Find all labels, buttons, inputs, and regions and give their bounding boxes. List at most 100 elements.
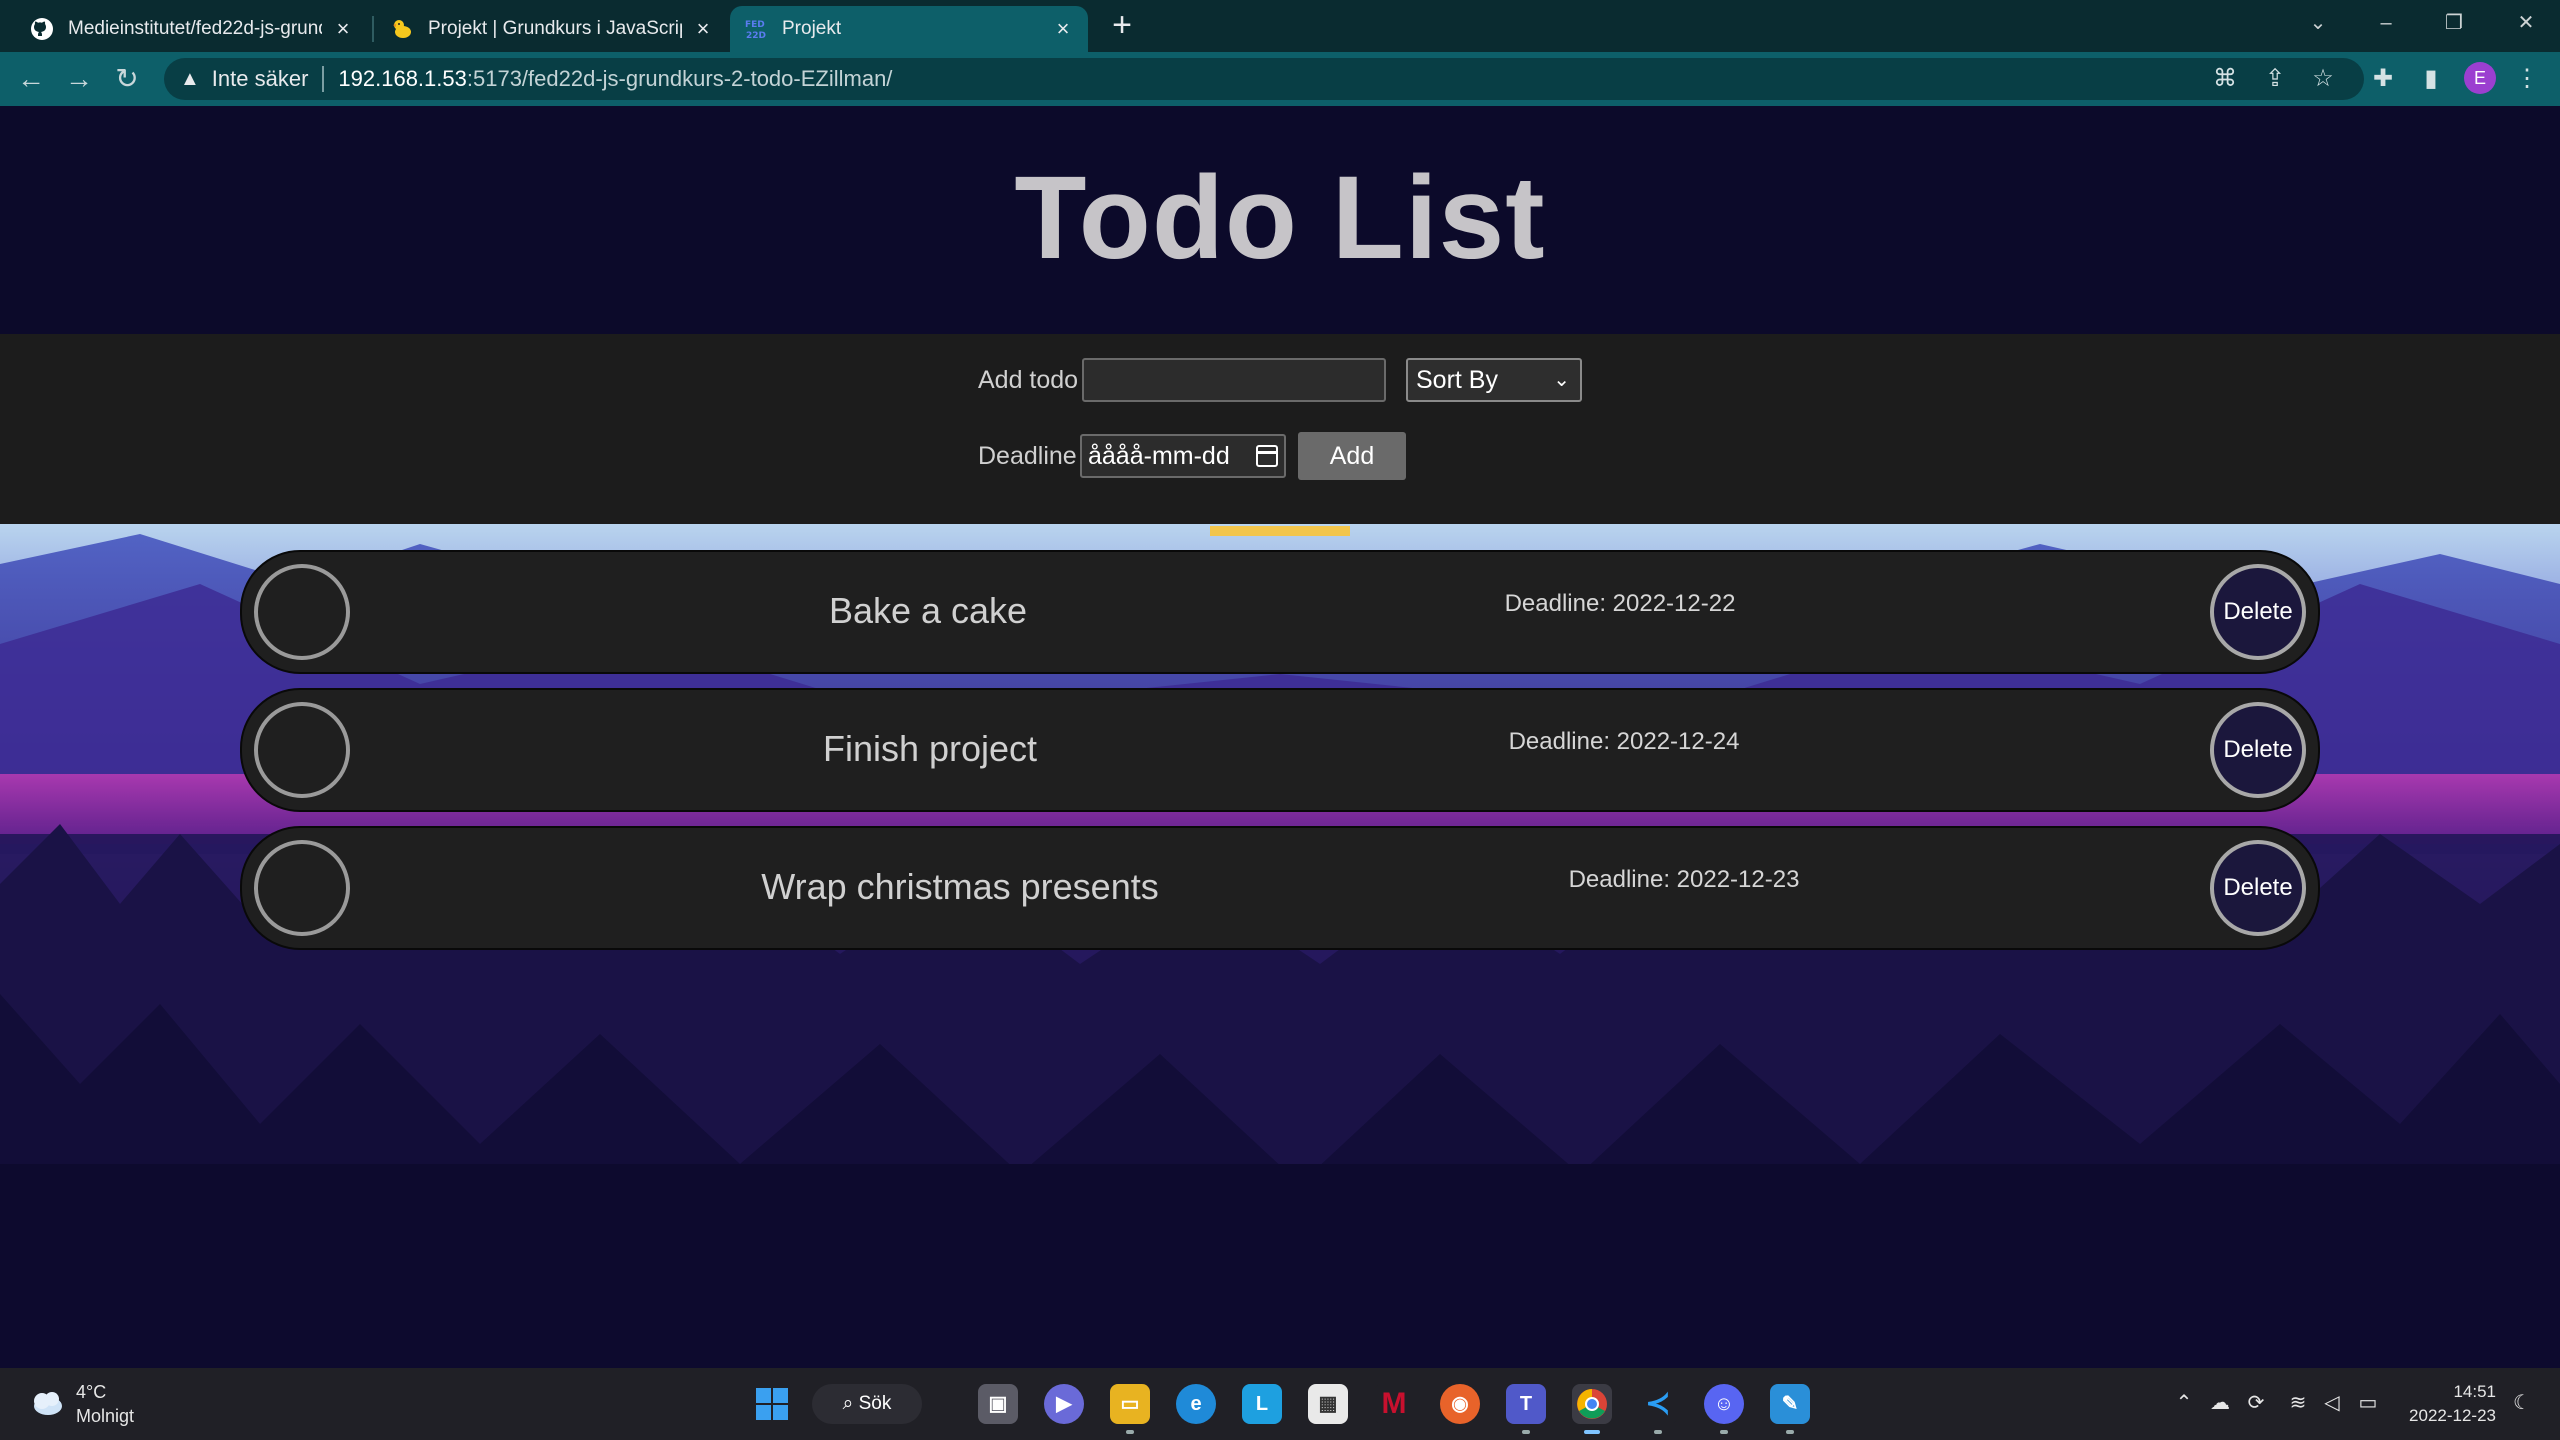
volume-icon[interactable]: ◁	[2318, 1390, 2346, 1415]
todo-text: Finish project	[822, 728, 1038, 769]
tab-grundkurs[interactable]: Projekt | Grundkurs i JavaScript ×	[376, 6, 728, 52]
teams-icon[interactable]: T	[1506, 1384, 1546, 1424]
active-indicator	[1584, 1430, 1600, 1434]
svg-text:22D: 22D	[746, 31, 766, 41]
store-icon[interactable]: ▦	[1308, 1384, 1348, 1424]
complete-toggle[interactable]	[254, 564, 350, 660]
delete-button[interactable]: Delete	[2210, 564, 2306, 660]
running-indicator	[1720, 1430, 1728, 1434]
github-icon	[30, 17, 54, 41]
reload-icon[interactable]: ↻	[108, 60, 146, 98]
todo-item: Finish project Deadline: 2022-12-24 Dele…	[240, 688, 2320, 812]
vscode-icon[interactable]: ≺	[1638, 1384, 1678, 1424]
complete-toggle[interactable]	[254, 702, 350, 798]
tab-title: Projekt	[782, 18, 842, 39]
url-path: :5173/fed22d-js-grundkurs-2-todo-EZillma…	[466, 66, 893, 91]
bookmark-star-icon[interactable]: ☆	[2308, 64, 2338, 94]
back-icon[interactable]: ←	[12, 60, 50, 98]
search-icon: ⌕	[842, 1393, 854, 1414]
running-indicator	[1522, 1430, 1530, 1434]
restore-icon[interactable]: ❐	[2436, 8, 2472, 38]
search-button[interactable]: ⌕ Sök	[812, 1384, 922, 1424]
deadline-date-input[interactable]: åååå-mm-dd	[1080, 434, 1286, 478]
close-icon[interactable]: ×	[332, 18, 354, 40]
cloud-icon[interactable]	[26, 1388, 66, 1418]
mcafee-icon[interactable]: M	[1374, 1384, 1414, 1424]
forward-icon[interactable]: →	[60, 60, 98, 98]
browser-tab-strip: Medieinstitutet/fed22d-js-grundk × Proje…	[0, 0, 2560, 52]
todo-form: Add todo Sort By ⌄ Deadline åååå-mm-dd A…	[0, 334, 2560, 524]
tab-title: Projekt | Grundkurs i JavaScript	[428, 18, 682, 39]
edge-icon[interactable]: e	[1176, 1384, 1216, 1424]
sync-icon[interactable]: ⟳	[2242, 1390, 2270, 1415]
paint-icon[interactable]: ✎	[1770, 1384, 1810, 1424]
teams-chat-icon[interactable]: ▶	[1044, 1384, 1084, 1424]
tab-github[interactable]: Medieinstitutet/fed22d-js-grundk ×	[16, 6, 368, 52]
todo-deadline: Deadline: 2022-12-24	[1508, 728, 1740, 755]
tab-divider	[372, 16, 374, 42]
chevron-up-icon[interactable]: ⌃	[2170, 1390, 2198, 1415]
wifi-icon[interactable]: ≋	[2284, 1390, 2312, 1415]
menu-kebab-icon[interactable]: ⋮	[2512, 64, 2542, 94]
file-explorer-icon[interactable]: ▭	[1110, 1384, 1150, 1424]
tab-projekt[interactable]: FED 22D Projekt ×	[730, 6, 1088, 52]
extensions-icon[interactable]: ✚	[2368, 64, 2398, 94]
todo-item: Bake a cake Deadline: 2022-12-22 Delete	[240, 550, 2320, 674]
new-tab-button[interactable]: +	[1106, 8, 1138, 42]
translate-icon[interactable]: ⌘	[2210, 64, 2240, 94]
sort-selected-value: Sort By	[1416, 366, 1498, 394]
windows-taskbar: 4°C Molnigt ⌕ Sök ▣ ▶ ▭ e L ▦ M ◉ T ≺ ☺ …	[0, 1368, 2560, 1440]
fed-logo-icon: FED 22D	[744, 17, 768, 41]
search-label: Sök	[858, 1393, 892, 1414]
todo-deadline: Deadline: 2022-12-22	[1504, 590, 1736, 617]
clock-time[interactable]: 14:51	[2453, 1382, 2496, 1402]
warning-icon: ▲	[180, 67, 200, 90]
close-icon[interactable]: ×	[692, 18, 714, 40]
close-window-icon[interactable]: ✕	[2508, 8, 2544, 38]
weather-temperature: 4°C	[76, 1382, 107, 1402]
page-header: Todo List	[0, 106, 2560, 334]
svg-text:FED: FED	[745, 20, 765, 30]
delete-button[interactable]: Delete	[2210, 702, 2306, 798]
running-indicator	[1654, 1430, 1662, 1434]
delete-button[interactable]: Delete	[2210, 840, 2306, 936]
tab-search-chevron-icon[interactable]: ⌄	[2300, 8, 2336, 38]
notification-icon[interactable]: ☾	[2508, 1390, 2536, 1415]
running-indicator	[1126, 1430, 1134, 1434]
discord-icon[interactable]: ☺	[1704, 1384, 1744, 1424]
page-title: Todo List	[1014, 152, 1546, 284]
security-label: Inte säker	[211, 66, 309, 91]
chevron-down-icon: ⌄	[1553, 369, 1570, 391]
share-icon[interactable]: ⇪	[2260, 64, 2290, 94]
start-icon[interactable]	[752, 1384, 792, 1424]
todo-deadline: Deadline: 2022-12-23	[1568, 866, 1800, 893]
add-button[interactable]: Add	[1298, 432, 1406, 480]
todo-text-input[interactable]	[1082, 358, 1386, 402]
clock-date[interactable]: 2022-12-23	[2409, 1406, 2496, 1426]
sort-select[interactable]: Sort By ⌄	[1406, 358, 1582, 402]
minimize-icon[interactable]: –	[2368, 8, 2404, 38]
task-view-icon[interactable]: ▣	[978, 1384, 1018, 1424]
running-indicator	[1786, 1430, 1794, 1434]
close-icon[interactable]: ×	[1052, 18, 1074, 40]
page-viewport: Todo List Add todo Sort By ⌄ Deadline åå…	[0, 106, 2560, 1368]
firefox-icon[interactable]: ◉	[1440, 1384, 1480, 1424]
tab-title: Medieinstitutet/fed22d-js-grundk	[68, 18, 322, 39]
onedrive-icon[interactable]: ☁	[2206, 1390, 2234, 1415]
calendar-icon[interactable]	[1256, 445, 1278, 467]
browser-toolbar: ← → ↻ ▲ Inte säker 192.168.1.53 :5173/fe…	[0, 52, 2560, 106]
add-todo-label: Add todo	[978, 366, 1079, 394]
url-host: 192.168.1.53	[338, 66, 467, 91]
chrome-icon[interactable]	[1572, 1384, 1612, 1424]
todo-text: Bake a cake	[828, 590, 1028, 631]
todo-item: Wrap christmas presents Deadline: 2022-1…	[240, 826, 2320, 950]
l-app-icon[interactable]: L	[1242, 1384, 1282, 1424]
address-bar[interactable]: ▲ Inte säker 192.168.1.53 :5173/fed22d-j…	[164, 58, 2364, 100]
deadline-label: Deadline	[978, 442, 1077, 470]
todo-text: Wrap christmas presents	[761, 866, 1159, 907]
complete-toggle[interactable]	[254, 840, 350, 936]
side-panel-icon[interactable]: ▮	[2416, 64, 2446, 94]
address-divider	[322, 66, 325, 92]
battery-icon[interactable]: ▭	[2354, 1390, 2382, 1415]
profile-avatar[interactable]: E	[2464, 62, 2496, 94]
